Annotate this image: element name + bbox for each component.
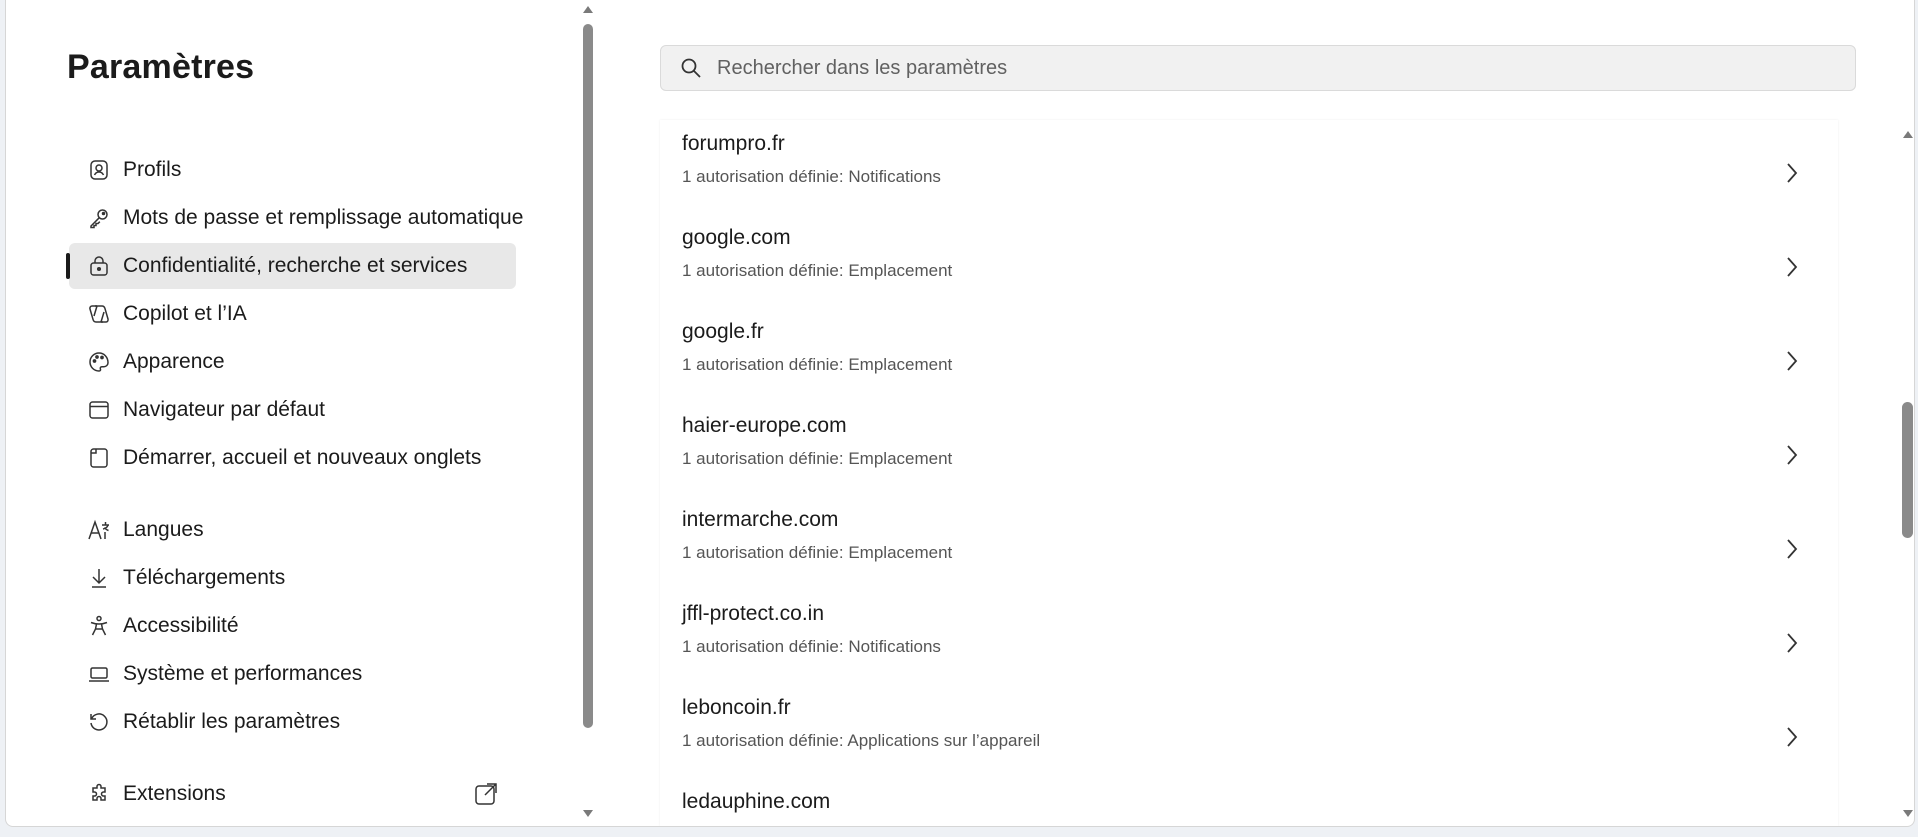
language-icon <box>87 518 111 542</box>
sidebar: Paramètres Profils Mots de passe et remp… <box>6 0 581 826</box>
sidebar-item-accessibility[interactable]: Accessibilité <box>69 603 516 649</box>
site-permission-summary: 1 autorisation définie: Emplacement <box>682 543 953 562</box>
sidebar-item-extensions[interactable]: Extensions <box>69 771 516 817</box>
list-item[interactable]: intermarche.com 1 autorisation définie: … <box>660 496 1838 590</box>
chevron-right-icon <box>1787 727 1798 747</box>
search-icon <box>681 58 701 78</box>
lock-icon <box>87 254 111 278</box>
settings-window: Paramètres Profils Mots de passe et remp… <box>5 0 1915 827</box>
laptop-icon <box>87 662 111 686</box>
sidebar-scrollbar-thumb[interactable] <box>583 24 593 728</box>
profile-icon <box>87 158 111 182</box>
sidebar-item-default-browser[interactable]: Navigateur par défaut <box>69 387 516 433</box>
sidebar-item-label: Démarrer, accueil et nouveaux onglets <box>123 446 482 469</box>
list-item[interactable]: haier-europe.com 1 autorisation définie:… <box>660 402 1838 496</box>
sidebar-item-languages[interactable]: Langues <box>69 507 516 553</box>
key-icon <box>87 206 111 230</box>
site-name: forumpro.fr <box>682 132 785 155</box>
sidebar-scroll-down-arrow-icon[interactable] <box>583 810 593 817</box>
site-permission-summary: 1 autorisation définie: Notifications <box>682 167 941 186</box>
sidebar-item-reset[interactable]: Rétablir les paramètres <box>69 699 516 745</box>
sidebar-item-label: Extensions <box>123 782 226 805</box>
palette-icon <box>87 350 111 374</box>
search-box[interactable] <box>660 45 1856 91</box>
sidebar-item-label: Accessibilité <box>123 614 239 637</box>
list-item[interactable]: leboncoin.fr 1 autorisation définie: App… <box>660 684 1838 778</box>
browser-icon <box>87 398 111 422</box>
download-icon <box>87 566 111 590</box>
page-title: Paramètres <box>67 48 255 86</box>
site-permission-summary: 1 autorisation définie: Emplacement <box>682 261 953 280</box>
main-scroll-up-arrow-icon[interactable] <box>1903 131 1913 138</box>
sidebar-item-system[interactable]: Système et performances <box>69 651 516 697</box>
sidebar-item-label: Langues <box>123 518 204 541</box>
chevron-right-icon <box>1787 539 1798 559</box>
site-permission-summary: 1 autorisation définie: Emplacement <box>682 449 953 468</box>
sidebar-item-label: Apparence <box>123 350 225 373</box>
site-permission-summary: 1 autorisation définie: Notifications <box>682 637 941 656</box>
chevron-right-icon <box>1787 163 1798 183</box>
sidebar-item-profils[interactable]: Profils <box>69 147 516 193</box>
list-item[interactable]: ledauphine.com <box>660 778 1838 826</box>
sidebar-item-label: Système et performances <box>123 662 363 685</box>
main-scroll-down-arrow-icon[interactable] <box>1903 810 1913 817</box>
sidebar-item-label: Téléchargements <box>123 566 286 589</box>
list-item[interactable]: forumpro.fr 1 autorisation définie: Noti… <box>660 120 1838 214</box>
main-scrollbar-thumb[interactable] <box>1902 402 1913 538</box>
site-permission-summary: 1 autorisation définie: Emplacement <box>682 355 953 374</box>
home-tab-icon <box>87 446 111 470</box>
sidebar-item-label: Rétablir les paramètres <box>123 710 341 733</box>
site-name: haier-europe.com <box>682 414 847 437</box>
search-input[interactable] <box>715 55 1819 81</box>
chevron-right-icon <box>1787 633 1798 653</box>
chevron-right-icon <box>1787 445 1798 465</box>
site-name: intermarche.com <box>682 508 839 531</box>
sidebar-item-label: Mots de passe et remplissage automatique <box>123 206 524 229</box>
sidebar-item-copilot[interactable]: Copilot et l’IA <box>69 291 516 337</box>
site-name: google.fr <box>682 320 764 343</box>
external-link-icon <box>475 783 497 805</box>
list-item[interactable]: google.fr 1 autorisation définie: Emplac… <box>660 308 1838 402</box>
sidebar-item-appearance[interactable]: Apparence <box>69 339 516 385</box>
site-name: leboncoin.fr <box>682 696 791 719</box>
sidebar-item-privacy[interactable]: Confidentialité, recherche et services <box>66 243 516 289</box>
sidebar-item-downloads[interactable]: Téléchargements <box>69 555 516 601</box>
chevron-right-icon <box>1787 351 1798 371</box>
site-name: ledauphine.com <box>682 790 831 813</box>
sidebar-item-label: Confidentialité, recherche et services <box>123 254 468 277</box>
accessibility-icon <box>87 614 111 638</box>
sidebar-item-label: Navigateur par défaut <box>123 398 325 421</box>
sidebar-item-passwords[interactable]: Mots de passe et remplissage automatique <box>69 195 523 241</box>
puzzle-icon <box>87 782 111 806</box>
site-permission-summary: 1 autorisation définie: Applications sur… <box>682 731 1041 750</box>
reset-icon <box>87 710 111 734</box>
sidebar-scroll-up-arrow-icon[interactable] <box>583 6 593 13</box>
site-name: jffl-protect.co.in <box>682 602 825 625</box>
list-item[interactable]: google.com 1 autorisation définie: Empla… <box>660 214 1838 308</box>
site-permissions-list: forumpro.fr 1 autorisation définie: Noti… <box>660 120 1838 826</box>
sidebar-item-label: Profils <box>123 158 182 181</box>
chevron-right-icon <box>1787 257 1798 277</box>
site-name: google.com <box>682 226 791 249</box>
sidebar-item-start-home[interactable]: Démarrer, accueil et nouveaux onglets <box>69 435 516 481</box>
sidebar-item-label: Copilot et l’IA <box>123 302 247 325</box>
list-item[interactable]: jffl-protect.co.in 1 autorisation défini… <box>660 590 1838 684</box>
copilot-icon <box>87 302 111 326</box>
